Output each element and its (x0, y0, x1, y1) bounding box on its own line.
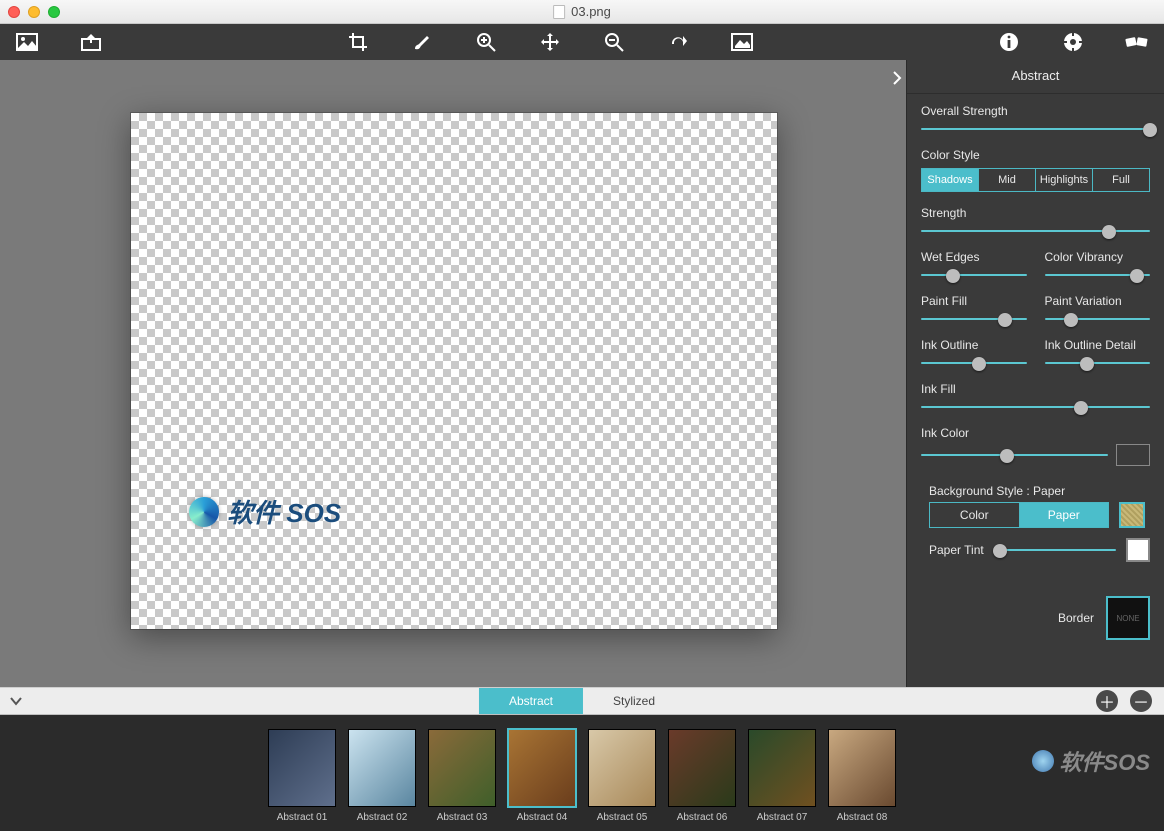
preset-item[interactable]: Abstract 04 (509, 730, 575, 823)
border-picker[interactable]: NONE (1106, 596, 1150, 640)
color-style-full[interactable]: Full (1093, 169, 1149, 191)
paint-variation-control: Paint Variation (1045, 294, 1151, 326)
fit-image-button[interactable] (729, 29, 755, 55)
ink-color-slider[interactable] (921, 448, 1108, 462)
strength-control: Strength (921, 206, 1150, 238)
preset-thumbnail (269, 730, 335, 806)
window-filename: 03.png (571, 4, 611, 19)
wet-edges-slider[interactable] (921, 268, 1027, 282)
overall-strength-slider[interactable] (921, 122, 1150, 136)
file-icon (553, 5, 565, 19)
color-vibrancy-slider[interactable] (1045, 268, 1151, 282)
zoom-in-button[interactable] (473, 29, 499, 55)
preset-strip: Abstract 01 Abstract 02 Abstract 03 Abstrac… (0, 715, 1164, 831)
background-style-paper[interactable]: Paper (1020, 503, 1109, 527)
ink-fill-slider[interactable] (921, 400, 1150, 414)
panel-title: Abstract (907, 60, 1164, 94)
color-style-highlights[interactable]: Highlights (1036, 169, 1093, 191)
ink-outline-detail-control: Ink Outline Detail (1045, 338, 1151, 370)
tab-abstract[interactable]: Abstract (479, 688, 583, 714)
preset-thumbnail (509, 730, 575, 806)
collapse-panel-button[interactable] (888, 66, 906, 90)
watermark-icon (189, 497, 219, 527)
overall-strength-control: Overall Strength (921, 104, 1150, 136)
settings-button[interactable] (1060, 29, 1086, 55)
minimize-window-button[interactable] (28, 6, 40, 18)
preset-item[interactable]: Abstract 01 (269, 730, 335, 823)
preset-label: Abstract 06 (677, 812, 728, 823)
preset-item[interactable]: Abstract 03 (429, 730, 495, 823)
preset-label: Abstract 08 (837, 812, 888, 823)
ink-outline-detail-slider[interactable] (1045, 356, 1151, 370)
ink-outline-control: Ink Outline (921, 338, 1027, 370)
preset-thumbnail (349, 730, 415, 806)
window-title: 03.png (553, 4, 611, 19)
color-vibrancy-control: Color Vibrancy (1045, 250, 1151, 282)
preset-label: Abstract 01 (277, 812, 328, 823)
preset-label: Abstract 05 (597, 812, 648, 823)
window-controls (8, 6, 60, 18)
preset-thumbnail (589, 730, 655, 806)
paper-tint-swatch[interactable] (1126, 538, 1150, 562)
preset-thumbnail (429, 730, 495, 806)
preset-category-bar: Abstract Stylized ＋ － (0, 687, 1164, 715)
crop-button[interactable] (345, 29, 371, 55)
preset-thumbnail (829, 730, 895, 806)
image-canvas[interactable]: 软件 SOS (131, 113, 777, 629)
color-style-shadows[interactable]: Shadows (922, 169, 979, 191)
preset-label: Abstract 07 (757, 812, 808, 823)
preset-item[interactable]: Abstract 05 (589, 730, 655, 823)
preset-label: Abstract 04 (517, 812, 568, 823)
paint-fill-control: Paint Fill (921, 294, 1027, 326)
open-image-button[interactable] (14, 29, 40, 55)
color-style-segmented[interactable]: Shadows Mid Highlights Full (921, 168, 1150, 192)
tab-stylized[interactable]: Stylized (583, 688, 685, 714)
ink-color-swatch[interactable] (1116, 444, 1150, 466)
export-image-button[interactable] (78, 29, 104, 55)
maximize-window-button[interactable] (48, 6, 60, 18)
add-preset-button[interactable]: ＋ (1096, 690, 1118, 712)
brush-button[interactable] (409, 29, 435, 55)
color-style-mid[interactable]: Mid (979, 169, 1036, 191)
preset-item[interactable]: Abstract 08 (829, 730, 895, 823)
paint-fill-slider[interactable] (921, 312, 1027, 326)
pan-button[interactable] (537, 29, 563, 55)
preset-thumbnail (749, 730, 815, 806)
preset-item[interactable]: Abstract 06 (669, 730, 735, 823)
titlebar: 03.png (0, 0, 1164, 24)
ink-color-control: Ink Color (921, 426, 1150, 466)
ink-fill-control: Ink Fill (921, 382, 1150, 414)
canvas-watermark: 软件 SOS (189, 493, 341, 530)
background-style-segmented[interactable]: Color Paper (929, 502, 1109, 528)
ink-outline-slider[interactable] (921, 356, 1027, 370)
remove-preset-button[interactable]: － (1130, 690, 1152, 712)
preset-label: Abstract 02 (357, 812, 408, 823)
paper-texture-swatch[interactable] (1119, 502, 1145, 528)
redo-button[interactable] (665, 29, 691, 55)
paint-variation-slider[interactable] (1045, 312, 1151, 326)
preset-item[interactable]: Abstract 02 (349, 730, 415, 823)
preset-thumbnail (669, 730, 735, 806)
preset-item[interactable]: Abstract 07 (749, 730, 815, 823)
background-style-color[interactable]: Color (930, 503, 1020, 527)
wet-edges-control: Wet Edges (921, 250, 1027, 282)
properties-panel: Abstract Overall Strength Color Style Sh… (906, 60, 1164, 687)
close-window-button[interactable] (8, 6, 20, 18)
paper-tint-slider[interactable] (994, 543, 1116, 557)
canvas-pane: 软件 SOS (0, 60, 906, 687)
preset-label: Abstract 03 (437, 812, 488, 823)
effects-button[interactable] (1124, 29, 1150, 55)
main-toolbar (0, 24, 1164, 60)
info-button[interactable] (996, 29, 1022, 55)
strength-slider[interactable] (921, 224, 1150, 238)
category-dropdown-button[interactable] (0, 693, 32, 709)
zoom-out-button[interactable] (601, 29, 627, 55)
